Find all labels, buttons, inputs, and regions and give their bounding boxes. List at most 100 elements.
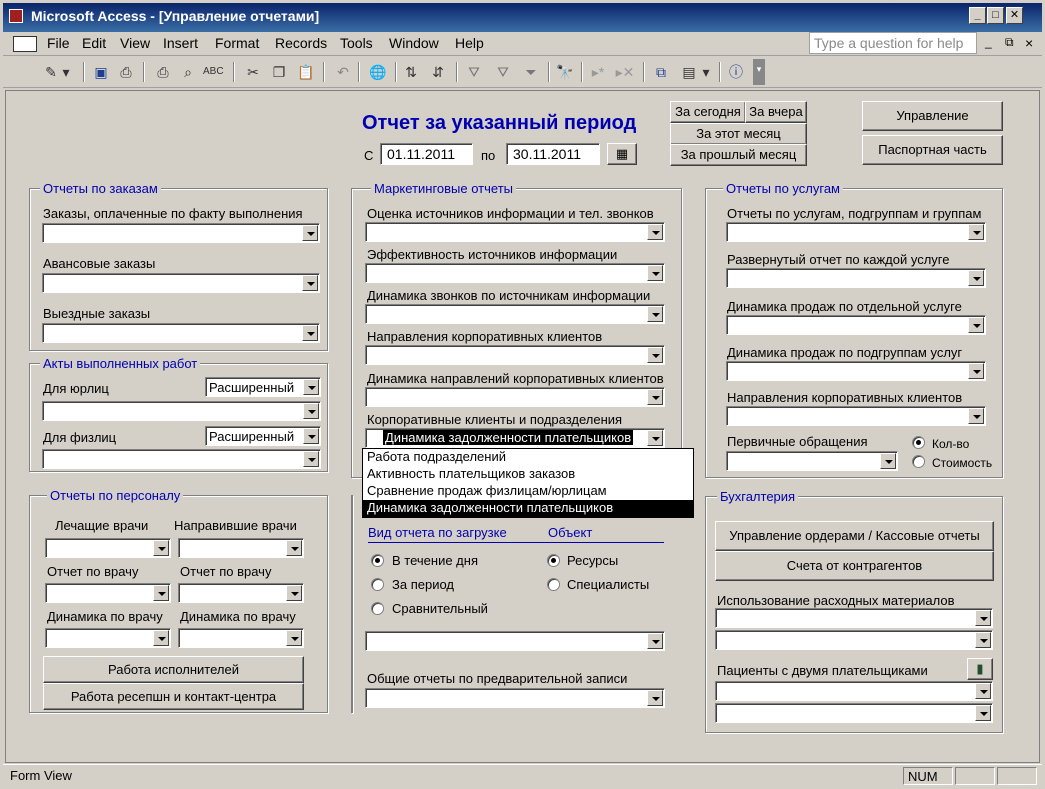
menu-edit[interactable]: Edit	[82, 35, 106, 51]
cut-icon[interactable]: ✂	[243, 62, 263, 82]
chevron-down-icon[interactable]	[975, 705, 991, 721]
menu-view[interactable]: View	[120, 35, 150, 51]
materials-combo[interactable]	[715, 608, 993, 628]
save-icon[interactable]: ▣	[91, 62, 111, 82]
view-dropdown-icon[interactable]: ▾	[61, 62, 71, 82]
radio-resources[interactable]	[547, 554, 560, 567]
delete-record-icon[interactable]: ▸✕	[615, 62, 635, 82]
primary-visits-combo[interactable]	[726, 451, 898, 471]
performers-button[interactable]: Работа исполнителей	[43, 656, 304, 683]
filter-by-selection-icon[interactable]: ⛛	[464, 62, 484, 82]
menu-help[interactable]: Help	[455, 35, 484, 51]
new-record-icon[interactable]: ▸*	[588, 62, 608, 82]
referring-doctors-combo[interactable]	[178, 538, 304, 558]
undo-icon[interactable]: ↶	[333, 62, 353, 82]
chevron-down-icon[interactable]	[975, 683, 991, 699]
menu-format[interactable]: Format	[215, 35, 259, 51]
new-object-dropdown-icon[interactable]: ▾	[701, 62, 711, 82]
radio-comparative[interactable]	[371, 602, 384, 615]
chevron-down-icon[interactable]	[647, 224, 663, 240]
find-icon[interactable]: 🔭	[555, 62, 575, 82]
legal-acts-combo[interactable]	[42, 401, 321, 421]
dropdown-option[interactable]: Работа подразделений	[363, 449, 693, 466]
chevron-down-icon[interactable]	[153, 540, 169, 556]
toolbar-options-icon[interactable]: ▾	[753, 59, 765, 85]
reception-button[interactable]: Работа ресепшн и контакт-центра	[43, 683, 304, 710]
chevron-down-icon[interactable]	[303, 379, 319, 395]
chevron-down-icon[interactable]	[880, 453, 896, 469]
minimize-button[interactable]: _	[969, 7, 986, 24]
doc-close-button[interactable]: ×	[1025, 35, 1033, 51]
menu-file[interactable]: File	[47, 35, 70, 51]
chevron-down-icon[interactable]	[647, 347, 663, 363]
print-icon[interactable]: ⎙	[153, 62, 173, 82]
from-date-field[interactable]: 01.11.2011	[380, 143, 473, 165]
radio-cost[interactable]	[912, 455, 925, 468]
help-search-input[interactable]: Type a question for help	[809, 32, 977, 54]
load-report-combo[interactable]	[365, 631, 665, 651]
sort-descending-icon[interactable]: ⇵	[428, 62, 448, 82]
two-payers-combo[interactable]	[715, 681, 993, 701]
filter-by-form-icon[interactable]: ⛛	[493, 62, 513, 82]
chevron-down-icon[interactable]	[286, 540, 302, 556]
individual-acts-combo[interactable]	[42, 449, 321, 469]
chevron-down-icon[interactable]	[647, 633, 663, 649]
sources-efficiency-combo[interactable]	[365, 263, 665, 283]
chevron-down-icon[interactable]	[647, 265, 663, 281]
chevron-down-icon[interactable]	[153, 630, 169, 646]
paid-orders-combo[interactable]	[42, 223, 320, 243]
services-corp-directions-combo[interactable]	[726, 406, 986, 426]
to-date-field[interactable]: 30.11.2011	[506, 143, 600, 165]
outbound-orders-combo[interactable]	[42, 323, 320, 343]
spelling-icon[interactable]: ABC	[203, 62, 224, 82]
chevron-down-icon[interactable]	[968, 408, 984, 424]
cash-orders-button[interactable]: Управление ордерами / Кассовые отчеты	[715, 521, 994, 551]
radio-during-day[interactable]	[371, 554, 384, 567]
chevron-down-icon[interactable]	[286, 585, 302, 601]
today-button[interactable]: За сегодня	[670, 101, 746, 123]
chevron-down-icon[interactable]	[303, 403, 319, 419]
database-window-icon[interactable]: ⧉	[651, 62, 671, 82]
dropdown-option[interactable]: Активность плательщиков заказов	[363, 466, 693, 483]
chevron-down-icon[interactable]	[647, 430, 663, 446]
hyperlink-icon[interactable]: 🌐	[368, 62, 388, 82]
individual-mode-combo[interactable]: Расширенный	[205, 426, 321, 446]
new-object-icon[interactable]: ▤	[679, 62, 699, 82]
help-icon[interactable]: ⓘ	[726, 62, 746, 82]
chevron-down-icon[interactable]	[647, 690, 663, 706]
treating-doctors-combo[interactable]	[45, 538, 171, 558]
chevron-down-icon[interactable]	[647, 306, 663, 322]
service-detail-combo[interactable]	[726, 268, 986, 288]
chevron-down-icon[interactable]	[302, 325, 318, 341]
chevron-down-icon[interactable]	[302, 225, 318, 241]
this-month-button[interactable]: За этот месяц	[670, 123, 807, 145]
dropdown-option-selected[interactable]: Динамика задолженности плательщиков	[363, 500, 693, 517]
materials-combo-2[interactable]	[715, 630, 993, 650]
last-month-button[interactable]: За прошлый месяц	[670, 144, 807, 166]
radio-count[interactable]	[912, 436, 925, 449]
form-icon[interactable]	[13, 36, 37, 52]
access-app-icon[interactable]	[9, 9, 23, 23]
yesterday-button[interactable]: За вчера	[745, 101, 807, 123]
legal-mode-combo[interactable]: Расширенный	[205, 377, 321, 397]
paste-icon[interactable]: 📋	[296, 62, 316, 82]
chevron-down-icon[interactable]	[968, 270, 984, 286]
doc-minimize-button[interactable]: _	[985, 35, 992, 49]
corp-clients-combo[interactable]: Динамика задолженности плательщиков	[365, 428, 665, 448]
chevron-down-icon[interactable]	[968, 363, 984, 379]
sort-ascending-icon[interactable]: ⇅	[401, 62, 421, 82]
chevron-down-icon[interactable]	[153, 585, 169, 601]
corp-directions-combo[interactable]	[365, 345, 665, 365]
dropdown-option[interactable]: Сравнение продаж физлицам/юрлицам	[363, 483, 693, 500]
contractor-bills-button[interactable]: Счета от контрагентов	[715, 551, 994, 581]
calls-dynamics-combo[interactable]	[365, 304, 665, 324]
radio-period[interactable]	[371, 578, 384, 591]
view-icon[interactable]: ✎	[41, 62, 61, 82]
subgroup-sales-combo[interactable]	[726, 361, 986, 381]
file-search-icon[interactable]: ⎙	[116, 62, 136, 82]
chevron-down-icon[interactable]	[975, 610, 991, 626]
maximize-button[interactable]: □	[987, 7, 1004, 24]
chevron-down-icon[interactable]	[302, 275, 318, 291]
apply-filter-icon[interactable]: ⏷	[521, 62, 541, 82]
chevron-down-icon[interactable]	[975, 632, 991, 648]
